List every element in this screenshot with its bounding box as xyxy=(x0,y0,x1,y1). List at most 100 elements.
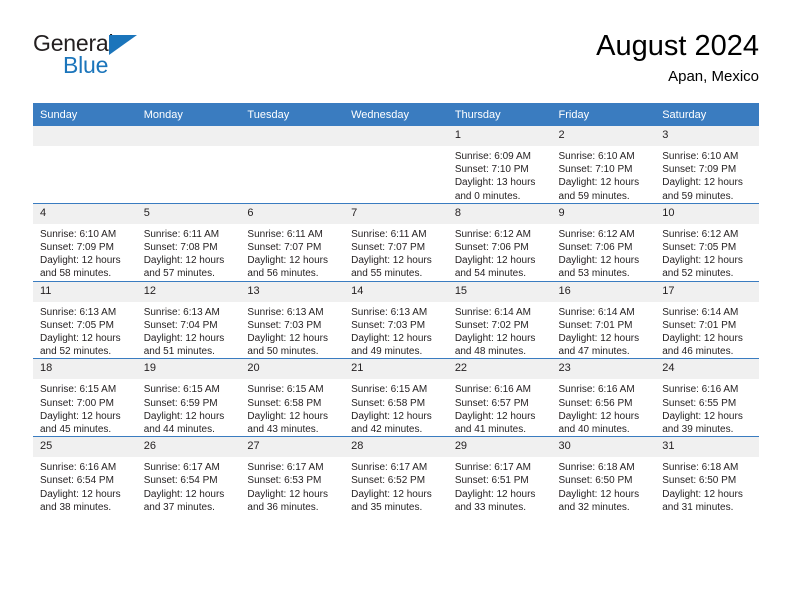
calendar-day-cell[interactable]: 28 Sunrise: 6:17 AM Sunset: 6:52 PM Dayligh… xyxy=(344,436,448,515)
day-number: 21 xyxy=(344,359,448,380)
calendar-page: General Blue August 2024 Apan, Mexico Su… xyxy=(0,0,792,612)
calendar-day-cell[interactable]: 18 Sunrise: 6:15 AM Sunset: 7:00 PM Dayligh… xyxy=(33,358,137,437)
calendar-week-row: 1 Sunrise: 6:09 AM Sunset: 7:10 PM Daylight… xyxy=(33,126,759,204)
day-number: 16 xyxy=(551,281,656,302)
calendar-day-cell[interactable]: 12 Sunrise: 6:13 AM Sunset: 7:04 PM Dayligh… xyxy=(136,280,241,359)
calendar-day-cell[interactable]: 30 Sunrise: 6:18 AM Sunset: 6:50 PM Dayligh… xyxy=(551,436,656,515)
daylight-text-line1: Daylight: 12 hours xyxy=(662,410,743,422)
calendar-day-cell[interactable]: 3 Sunrise: 6:10 AM Sunset: 7:09 PM Daylight… xyxy=(655,126,759,204)
daylight-text-line2: and 43 minutes. xyxy=(247,424,319,436)
sunset-text: Sunset: 7:01 PM xyxy=(558,319,633,331)
general-blue-logo[interactable]: General Blue xyxy=(33,30,253,90)
calendar-day-cell[interactable]: 20 Sunrise: 6:15 AM Sunset: 6:58 PM Dayligh… xyxy=(240,358,345,437)
calendar-day-cell[interactable]: 5 Sunrise: 6:11 AM Sunset: 7:08 PM Daylight… xyxy=(136,202,241,282)
day-details: Sunrise: 6:17 AM Sunset: 6:52 PM Daylight:… xyxy=(344,457,448,514)
sunset-text: Sunset: 7:04 PM xyxy=(143,319,218,331)
sunrise-text: Sunrise: 6:18 AM xyxy=(662,462,739,474)
sunset-text: Sunset: 6:58 PM xyxy=(351,397,426,409)
calendar-day-cell[interactable]: 10 Sunrise: 6:12 AM Sunset: 7:05 PM Dayligh… xyxy=(655,202,759,282)
logo-text-blue: Blue xyxy=(63,52,109,78)
daylight-text-line1: Daylight: 13 hours xyxy=(454,177,536,189)
calendar-day-cell[interactable]: 17 Sunrise: 6:14 AM Sunset: 7:01 PM Dayligh… xyxy=(655,280,759,359)
calendar-day-cell-empty xyxy=(240,126,345,204)
calendar-day-cell[interactable]: 29 Sunrise: 6:17 AM Sunset: 6:51 PM Dayligh… xyxy=(447,436,552,515)
calendar-day-cell[interactable]: 8 Sunrise: 6:12 AM Sunset: 7:06 PM Daylight… xyxy=(447,202,552,282)
calendar-day-cell[interactable]: 23 Sunrise: 6:16 AM Sunset: 6:56 PM Dayligh… xyxy=(551,358,656,437)
day-details: Sunrise: 6:12 AM Sunset: 7:05 PM Daylight:… xyxy=(655,224,759,281)
sunset-text: Sunset: 6:53 PM xyxy=(247,475,322,487)
day-details: Sunrise: 6:11 AM Sunset: 7:08 PM Daylight:… xyxy=(137,224,241,281)
calendar-day-cell[interactable]: 4 Sunrise: 6:10 AM Sunset: 7:09 PM Daylight… xyxy=(33,202,137,282)
day-details: Sunrise: 6:18 AM Sunset: 6:50 PM Daylight:… xyxy=(552,457,656,514)
day-number: 29 xyxy=(447,437,552,458)
daylight-text-line2: and 51 minutes. xyxy=(143,346,215,358)
calendar-day-cell[interactable]: 19 Sunrise: 6:15 AM Sunset: 6:59 PM Dayligh… xyxy=(136,358,241,437)
calendar-day-cell[interactable]: 1 Sunrise: 6:09 AM Sunset: 7:10 PM Daylight… xyxy=(447,126,552,204)
day-number: 27 xyxy=(240,437,345,458)
calendar-week-row: 4 Sunrise: 6:10 AM Sunset: 7:09 PM Daylight… xyxy=(33,202,759,282)
day-number xyxy=(240,126,345,146)
day-details: Sunrise: 6:18 AM Sunset: 6:50 PM Daylight:… xyxy=(655,457,759,514)
logo-triangle-icon xyxy=(109,35,137,55)
calendar-day-cell[interactable]: 13 Sunrise: 6:13 AM Sunset: 7:03 PM Dayligh… xyxy=(240,280,345,359)
daylight-text-line1: Daylight: 12 hours xyxy=(662,488,743,500)
calendar-day-cell[interactable]: 11 Sunrise: 6:13 AM Sunset: 7:05 PM Dayligh… xyxy=(33,280,137,359)
calendar-day-cell[interactable]: 2 Sunrise: 6:10 AM Sunset: 7:10 PM Daylight… xyxy=(551,126,656,204)
weekday-header-saturday: Saturday xyxy=(655,103,759,126)
day-number: 6 xyxy=(240,203,345,224)
day-details: Sunrise: 6:16 AM Sunset: 6:54 PM Daylight:… xyxy=(33,457,137,514)
daylight-text-line2: and 31 minutes. xyxy=(662,501,734,513)
day-details: Sunrise: 6:16 AM Sunset: 6:56 PM Daylight:… xyxy=(552,379,656,436)
calendar-day-cell[interactable]: 27 Sunrise: 6:17 AM Sunset: 6:53 PM Dayligh… xyxy=(240,436,345,515)
calendar-day-cell[interactable]: 31 Sunrise: 6:18 AM Sunset: 6:50 PM Dayligh… xyxy=(655,436,759,515)
day-number: 14 xyxy=(344,281,448,302)
calendar-day-cell[interactable]: 16 Sunrise: 6:14 AM Sunset: 7:01 PM Dayligh… xyxy=(551,280,656,359)
daylight-text-line1: Daylight: 12 hours xyxy=(351,488,432,500)
sunset-text: Sunset: 6:55 PM xyxy=(662,397,737,409)
calendar-day-cell[interactable]: 21 Sunrise: 6:15 AM Sunset: 6:58 PM Dayligh… xyxy=(344,358,448,437)
daylight-text-line2: and 50 minutes. xyxy=(247,346,319,358)
calendar-day-cell[interactable]: 6 Sunrise: 6:11 AM Sunset: 7:07 PM Daylight… xyxy=(240,202,345,282)
daylight-text-line1: Daylight: 12 hours xyxy=(558,410,640,422)
day-number: 3 xyxy=(655,126,759,146)
daylight-text-line1: Daylight: 12 hours xyxy=(40,333,121,345)
page-subtitle-location: Apan, Mexico xyxy=(668,68,759,85)
day-number xyxy=(344,126,448,146)
sunrise-text: Sunrise: 6:17 AM xyxy=(143,462,220,474)
calendar-day-cell[interactable]: 25 Sunrise: 6:16 AM Sunset: 6:54 PM Dayligh… xyxy=(33,436,137,515)
day-number: 10 xyxy=(655,203,759,224)
calendar-day-cell[interactable]: 14 Sunrise: 6:13 AM Sunset: 7:03 PM Dayligh… xyxy=(344,280,448,359)
calendar-week-row: 25 Sunrise: 6:16 AM Sunset: 6:54 PM Dayligh… xyxy=(33,436,759,515)
day-details: Sunrise: 6:16 AM Sunset: 6:55 PM Daylight:… xyxy=(655,379,759,436)
day-details: Sunrise: 6:13 AM Sunset: 7:03 PM Daylight:… xyxy=(344,302,448,359)
calendar-day-cell-empty xyxy=(136,126,241,204)
day-details: Sunrise: 6:14 AM Sunset: 7:02 PM Daylight:… xyxy=(448,302,552,359)
daylight-text-line1: Daylight: 12 hours xyxy=(558,333,640,345)
daylight-text-line2: and 52 minutes. xyxy=(662,268,734,280)
sunset-text: Sunset: 6:54 PM xyxy=(40,475,114,487)
daylight-text-line2: and 59 minutes. xyxy=(558,190,630,202)
day-number: 22 xyxy=(447,359,552,380)
sunset-text: Sunset: 7:03 PM xyxy=(351,319,426,331)
day-details: Sunrise: 6:17 AM Sunset: 6:53 PM Daylight:… xyxy=(240,457,344,514)
sunrise-text: Sunrise: 6:15 AM xyxy=(40,384,117,396)
day-number: 25 xyxy=(33,437,137,458)
sunrise-text: Sunrise: 6:13 AM xyxy=(247,306,324,318)
calendar-day-cell[interactable]: 22 Sunrise: 6:16 AM Sunset: 6:57 PM Dayligh… xyxy=(447,358,552,437)
daylight-text-line2: and 58 minutes. xyxy=(40,268,112,280)
day-details: Sunrise: 6:14 AM Sunset: 7:01 PM Daylight:… xyxy=(655,302,759,359)
calendar-day-cell[interactable]: 26 Sunrise: 6:17 AM Sunset: 6:54 PM Dayligh… xyxy=(136,436,241,515)
sunrise-text: Sunrise: 6:11 AM xyxy=(351,228,427,240)
calendar-day-cell[interactable]: 7 Sunrise: 6:11 AM Sunset: 7:07 PM Daylight… xyxy=(344,202,448,282)
sunset-text: Sunset: 6:57 PM xyxy=(454,397,529,409)
daylight-text-line1: Daylight: 12 hours xyxy=(143,410,225,422)
calendar-day-cell[interactable]: 24 Sunrise: 6:16 AM Sunset: 6:55 PM Dayligh… xyxy=(655,358,759,437)
sunset-text: Sunset: 7:10 PM xyxy=(454,164,529,176)
day-details: Sunrise: 6:10 AM Sunset: 7:10 PM Daylight:… xyxy=(552,146,656,203)
sunrise-text: Sunrise: 6:17 AM xyxy=(247,462,324,474)
sunset-text: Sunset: 6:50 PM xyxy=(558,475,633,487)
calendar-day-cell[interactable]: 9 Sunrise: 6:12 AM Sunset: 7:06 PM Daylight… xyxy=(551,202,656,282)
calendar-day-cell[interactable]: 15 Sunrise: 6:14 AM Sunset: 7:02 PM Dayligh… xyxy=(447,280,552,359)
day-number xyxy=(33,126,137,146)
day-details: Sunrise: 6:12 AM Sunset: 7:06 PM Daylight:… xyxy=(552,224,656,281)
